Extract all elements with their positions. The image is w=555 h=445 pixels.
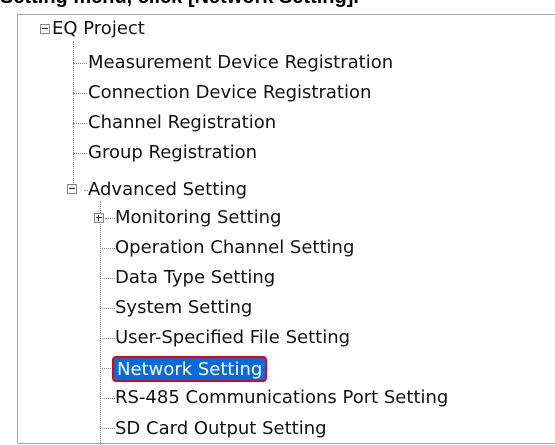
tree-node-system-setting[interactable]: System Setting [115, 294, 252, 322]
tree-line [73, 153, 87, 154]
collapse-toggle-icon[interactable] [40, 24, 50, 34]
tree-node-monitoring-setting[interactable]: Monitoring Setting [115, 204, 281, 232]
tree-line [100, 278, 115, 279]
tree-node-advanced-setting[interactable]: Advanced Setting [88, 176, 247, 204]
tree-line [73, 93, 87, 94]
tree-node-operation-channel-setting[interactable]: Operation Channel Setting [115, 234, 354, 262]
tree-node-eq-project[interactable]: EQ Project [52, 15, 145, 43]
tree-node-group-registration[interactable]: Group Registration [88, 139, 257, 167]
tree-line [100, 428, 115, 429]
tree-node-channel-registration[interactable]: Channel Registration [88, 109, 276, 137]
tree-line [100, 398, 115, 399]
tree-node-measurement-device-registration[interactable]: Measurement Device Registration [88, 49, 393, 77]
tree-node-data-type-setting[interactable]: Data Type Setting [115, 264, 275, 292]
tree-line [105, 218, 115, 219]
tree-node-rs485-communications-port-setting[interactable]: RS-485 Communications Port Setting [115, 384, 448, 412]
tree-line-advanced [100, 201, 101, 445]
tree-line [100, 248, 115, 249]
collapse-toggle-icon[interactable] [67, 184, 77, 194]
tree-node-network-setting[interactable]: Network Setting [112, 356, 268, 382]
project-tree[interactable]: EQ Project Measurement Device Registrati… [17, 14, 555, 445]
tree-line [100, 308, 115, 309]
tree-line [73, 123, 87, 124]
expand-toggle-icon[interactable] [94, 213, 104, 223]
tree-node-user-specified-file-setting[interactable]: User-Specified File Setting [115, 324, 350, 352]
tree-node-sd-card-output-setting[interactable]: SD Card Output Setting [115, 415, 327, 443]
tree-node-connection-device-registration[interactable]: Connection Device Registration [88, 79, 371, 107]
tree-line [73, 63, 87, 64]
tree-line [100, 338, 115, 339]
instruction-caption: Setting menu, click [Network Setting]. [0, 0, 555, 10]
